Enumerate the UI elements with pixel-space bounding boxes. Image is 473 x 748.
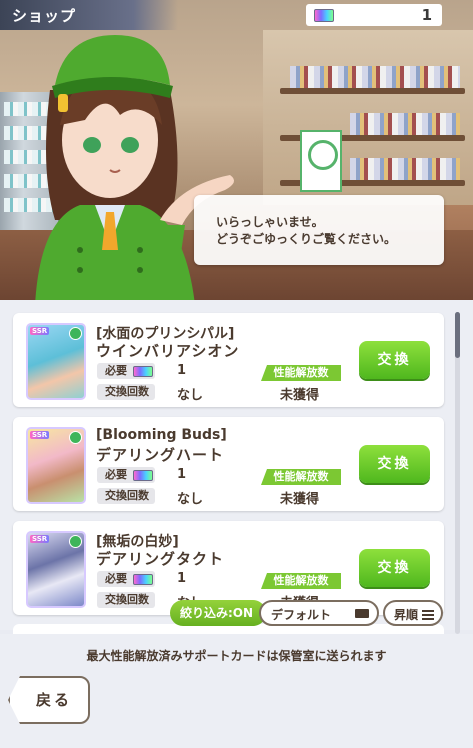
ticket-icon (133, 470, 153, 481)
exchange-button[interactable]: 交換 (359, 549, 430, 587)
unlock-tag: 性能解放数 (261, 469, 341, 485)
ticket-icon (133, 366, 153, 377)
card-title: [Blooming Buds] (96, 427, 227, 443)
cost-value: 1 (177, 571, 187, 586)
exchange-button[interactable]: 交換 (359, 341, 430, 379)
unlock-status: 未獲得 (280, 388, 320, 403)
scrollbar-track[interactable] (455, 312, 460, 634)
storage-notice: 最大性能解放済みサポートカードは保管室に送られます (86, 649, 387, 663)
currency-display: 1 (306, 4, 442, 26)
character-name: デアリングハート (96, 446, 225, 464)
back-label: 戻る (36, 691, 73, 709)
shelf-books (350, 158, 460, 180)
exchange-button[interactable]: 交換 (359, 445, 430, 483)
count-label: 交換回数 (97, 488, 155, 504)
type-icon (69, 327, 82, 340)
type-icon (69, 431, 82, 444)
filter-toggle-button[interactable]: 絞り込み:ON (170, 600, 266, 626)
support-card-thumbnail[interactable]: SSR (26, 323, 86, 400)
character-name: デアリングタクト (96, 550, 225, 568)
shop-sign (300, 130, 342, 192)
unlock-tag: 性能解放数 (261, 573, 341, 589)
list-item: SSR [水面のプリンシパル] ウインバリアシオン 必要 1 交換回数 なし 性… (13, 313, 444, 407)
count-value: なし (177, 388, 204, 403)
sort-order-label: 昇順 (394, 608, 419, 622)
support-card-thumbnail[interactable]: SSR (26, 427, 86, 504)
rarity-badge: SSR (30, 431, 50, 439)
type-icon (69, 535, 82, 548)
unlock-status: 未獲得 (280, 492, 320, 507)
page-title: ショップ (12, 7, 77, 25)
scrollbar-thumb[interactable] (455, 312, 460, 358)
sort-type-label: デフォルト (271, 608, 332, 622)
sort-order-button[interactable]: 昇順 (383, 600, 443, 626)
dialogue-bubble: いらっしゃいませ。 どうぞごゆっくりご覧ください。 (194, 195, 444, 265)
filter-bar: 絞り込み:ON デフォルト 昇順 (0, 598, 473, 632)
cost-label: 必要 (97, 571, 155, 587)
list-icon (355, 609, 369, 618)
shelf-books (350, 113, 460, 135)
list-item: SSR [Blooming Buds] デアリングハート 必要 1 交換回数 な… (13, 417, 444, 511)
dialogue-text: いらっしゃいませ。 どうぞごゆっくりご覧ください。 (216, 215, 397, 246)
shelf-books (290, 66, 460, 88)
cost-value: 1 (177, 467, 187, 482)
unlock-tag: 性能解放数 (261, 365, 341, 381)
sort-type-button[interactable]: デフォルト (259, 600, 379, 626)
character-name: ウインバリアシオン (96, 342, 240, 360)
sort-icon (422, 610, 434, 620)
ticket-icon (314, 9, 334, 22)
cost-value: 1 (177, 363, 187, 378)
rarity-badge: SSR (30, 327, 50, 335)
count-label: 交換回数 (97, 384, 155, 400)
currency-value: 1 (421, 6, 432, 24)
rarity-badge: SSR (30, 535, 50, 543)
cost-label: 必要 (97, 467, 155, 483)
screen-header: ショップ (0, 0, 178, 30)
support-card-thumbnail[interactable]: SSR (26, 531, 86, 608)
back-button[interactable]: 戻る (8, 676, 90, 724)
ticket-icon (133, 574, 153, 585)
count-value: なし (177, 492, 204, 507)
cost-label: 必要 (97, 363, 155, 379)
shelf (280, 88, 465, 94)
